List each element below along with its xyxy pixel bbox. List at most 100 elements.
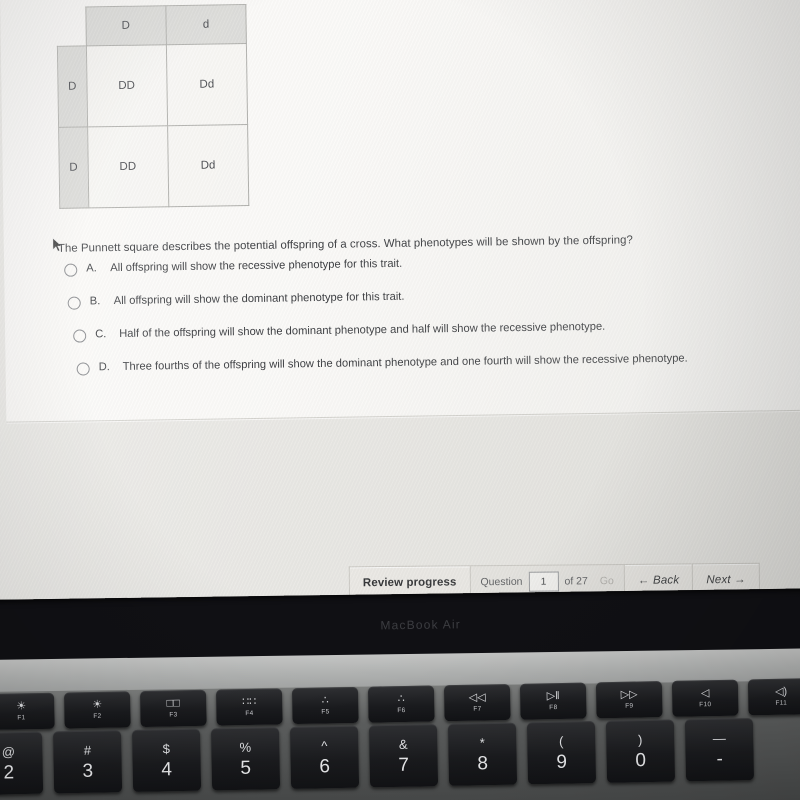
key-number-7: 7	[398, 754, 410, 776]
key-6[interactable]: ^ 6	[289, 725, 360, 789]
key-label-f1: F1	[17, 714, 26, 722]
option-text-c: Half of the offspring will show the domi…	[119, 320, 606, 340]
laptop-screen: D d D DD Dd D DD Dd The Punnett square d	[0, 0, 800, 616]
key-number-6: 6	[319, 755, 331, 777]
key-hyphen[interactable]: — -	[684, 718, 755, 782]
key-0[interactable]: ) 0	[605, 719, 676, 783]
key-3[interactable]: # 3	[52, 730, 123, 794]
go-button[interactable]: Go	[594, 575, 614, 587]
rewind-icon: ◁◁	[468, 691, 486, 704]
key-f1[interactable]: ☀ F1	[0, 692, 55, 730]
key-number-hyphen: -	[716, 748, 723, 770]
key-f11[interactable]: ◁) F11	[747, 678, 800, 716]
answer-options-list: A. All offspring will show the recessive…	[64, 253, 756, 395]
answer-option-c[interactable]: C. Half of the offspring will show the d…	[73, 319, 755, 343]
option-text-d: Three fourths of the offspring will show…	[122, 352, 688, 373]
punnett-header-row: D d	[57, 4, 247, 47]
key-label-f2: F2	[93, 712, 102, 720]
punnett-row: D DD Dd	[58, 124, 249, 209]
key-f8[interactable]: ▷‖ F8	[519, 682, 587, 720]
radio-button-c[interactable]	[73, 329, 87, 343]
key-number-8: 8	[477, 752, 489, 774]
question-card: D d D DD Dd D DD Dd The Punnett square d	[0, 0, 800, 423]
key-symbol-hash: #	[83, 742, 92, 758]
punnett-cell: Dd	[167, 124, 249, 207]
punnett-cell: DD	[85, 44, 168, 127]
key-f7[interactable]: ◁◁ F7	[443, 683, 511, 722]
mission-control-icon: □□	[166, 697, 180, 710]
key-symbol-dollar: $	[162, 740, 171, 756]
key-number-4: 4	[161, 758, 173, 780]
radio-button-d[interactable]	[76, 362, 90, 376]
punnett-row-header-2: D	[58, 126, 89, 209]
key-5[interactable]: % 5	[210, 727, 281, 791]
option-text-b: All offspring will show the dominant phe…	[113, 290, 405, 308]
key-label-f6: F6	[397, 706, 406, 715]
punnett-cell: Dd	[166, 43, 248, 126]
key-label-f7: F7	[473, 705, 482, 713]
key-f2[interactable]: ☀ F2	[63, 691, 131, 729]
key-f4[interactable]: ∷∷ F4	[215, 688, 283, 726]
mute-icon: ◁	[700, 687, 710, 700]
punnett-corner-cell	[57, 7, 86, 46]
key-label-f9: F9	[625, 702, 634, 710]
punnett-square-table: D d D DD Dd D DD Dd	[56, 4, 249, 209]
radio-button-a[interactable]	[64, 263, 78, 277]
key-symbol-caret: ^	[321, 737, 328, 753]
keyboard-backlight-up-icon: ∴	[397, 693, 405, 706]
question-label: Question	[480, 575, 523, 589]
punnett-col-header-2: d	[165, 4, 247, 45]
option-letter-c: C.	[95, 328, 107, 341]
radio-button-b[interactable]	[67, 296, 81, 310]
answer-option-b[interactable]: B. All offspring will show the dominant …	[67, 286, 755, 310]
key-f10[interactable]: ◁ F10	[671, 679, 739, 717]
key-symbol-underscore: —	[712, 730, 726, 746]
option-letter-d: D.	[98, 361, 110, 374]
answer-option-d[interactable]: D. Three fourths of the offspring will s…	[76, 352, 756, 376]
option-letter-a: A.	[86, 262, 97, 275]
key-label-f11: F11	[775, 699, 788, 707]
answer-option-a[interactable]: A. All offspring will show the recessive…	[64, 253, 754, 277]
question-number-input[interactable]: 1	[528, 571, 559, 592]
punnett-col-header-1: D	[85, 5, 167, 46]
macbook-air-label: MacBook Air	[380, 617, 462, 633]
brightness-up-icon: ☀	[92, 698, 103, 711]
punnett-row: D DD Dd	[57, 43, 248, 128]
key-label-f8: F8	[549, 704, 558, 712]
key-symbol-at: @	[1, 743, 16, 759]
launchpad-icon: ∷∷	[242, 695, 257, 709]
question-prompt: The Punnett square describes the potenti…	[57, 234, 633, 255]
option-letter-b: B.	[89, 295, 101, 308]
photo-of-laptop-screen: D d D DD Dd D DD Dd The Punnett square d	[0, 0, 800, 800]
key-f6[interactable]: ∴ F6	[367, 685, 435, 723]
key-number-9: 9	[556, 751, 568, 773]
key-symbol-percent: %	[239, 739, 252, 755]
brightness-down-icon: ☀	[16, 700, 27, 713]
keyboard-backlight-down-icon: ∴	[321, 694, 329, 707]
key-f3[interactable]: □□ F3	[139, 689, 207, 728]
key-label-f5: F5	[321, 708, 330, 716]
key-8[interactable]: * 8	[447, 722, 518, 786]
key-f9[interactable]: ▷▷ F9	[595, 681, 663, 719]
key-label-f10: F10	[699, 701, 712, 709]
key-4[interactable]: $ 4	[131, 728, 202, 792]
play-pause-icon: ▷‖	[546, 690, 560, 703]
key-symbol-close-paren: )	[637, 731, 643, 747]
key-number-5: 5	[240, 757, 252, 779]
key-f5[interactable]: ∴ F5	[291, 686, 359, 725]
key-2[interactable]: @ 2	[0, 731, 44, 795]
fast-forward-icon: ▷▷	[620, 688, 638, 701]
punnett-cell: DD	[87, 125, 169, 208]
key-9[interactable]: ( 9	[526, 721, 597, 785]
key-number-0: 0	[635, 749, 647, 771]
key-symbol-open-paren: (	[558, 733, 564, 749]
key-label-f4: F4	[245, 709, 254, 718]
volume-down-icon: ◁)	[774, 685, 788, 698]
key-number-3: 3	[82, 760, 94, 782]
key-7[interactable]: & 7	[368, 724, 439, 788]
key-symbol-ampersand: &	[398, 736, 408, 752]
question-total-label: of 27	[564, 575, 588, 588]
key-symbol-asterisk: *	[479, 734, 485, 750]
key-number-2: 2	[3, 761, 15, 783]
key-label-f3: F3	[169, 711, 178, 719]
